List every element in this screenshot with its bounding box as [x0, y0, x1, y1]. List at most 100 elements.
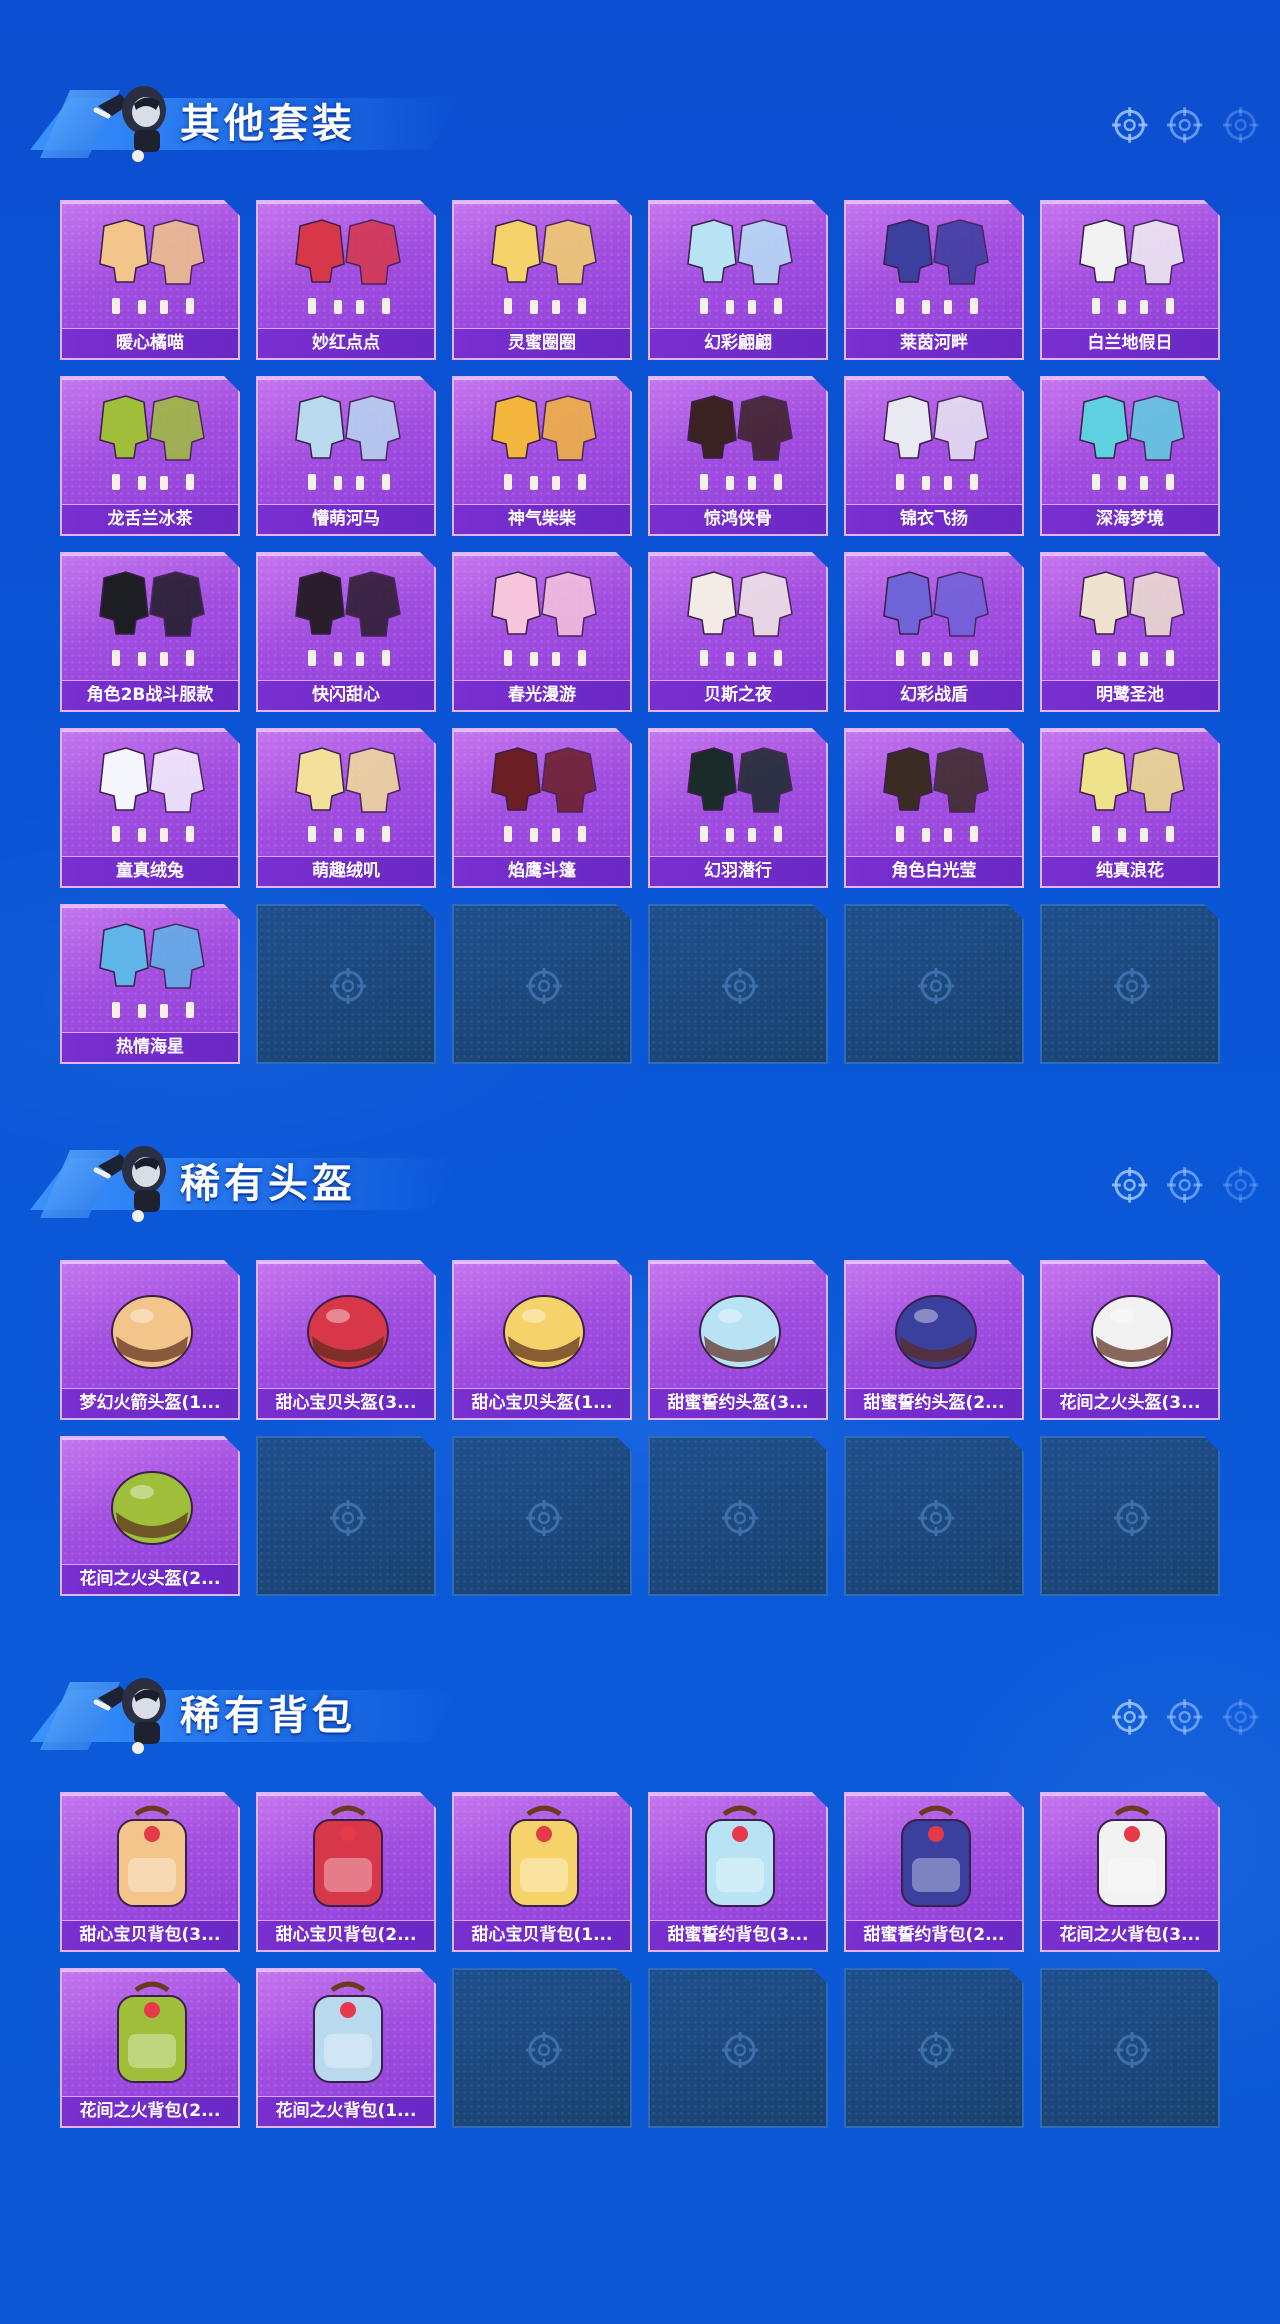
item-card[interactable]: 甜心宝贝背包(2...	[256, 1792, 436, 1952]
section-title: 其他套装	[180, 101, 356, 147]
item-card[interactable]: 幻彩翩翩	[648, 200, 828, 360]
crosshair-target-icon	[916, 966, 956, 1006]
item-name: 热情海星	[62, 1032, 238, 1062]
item-card[interactable]: 梦幻火箭头盔(1...	[60, 1260, 240, 1420]
outfit-image	[278, 740, 418, 850]
item-card[interactable]: 莱茵河畔	[844, 200, 1024, 360]
item-name: 甜心宝贝背包(2...	[258, 1920, 434, 1950]
outfit-image	[474, 388, 614, 498]
outfit-image	[1062, 212, 1202, 322]
empty-slot	[452, 1436, 632, 1596]
outfit-image	[866, 564, 1006, 674]
backpack-image	[82, 1804, 222, 1914]
item-card[interactable]: 角色白光莹	[844, 728, 1024, 888]
item-card[interactable]: 幻羽潜行	[648, 728, 828, 888]
empty-slot	[648, 1968, 828, 2128]
outfit-image	[866, 388, 1006, 498]
outfit-image	[82, 564, 222, 674]
header-decoration	[1110, 1160, 1260, 1210]
item-card[interactable]: 纯真浪花	[1040, 728, 1220, 888]
item-name: 甜心宝贝头盔(3...	[258, 1388, 434, 1418]
item-name: 甜蜜誓约背包(2...	[846, 1920, 1022, 1950]
crosshair-target-icon	[720, 966, 760, 1006]
item-card[interactable]: 童真绒兔	[60, 728, 240, 888]
item-name: 焰鹰斗篷	[454, 856, 630, 886]
section-header: 稀有头盔	[30, 1120, 1260, 1230]
crosshair-target-icon	[1111, 107, 1148, 143]
item-name: 花间之火头盔(2...	[62, 1564, 238, 1594]
crosshair-target-icon	[328, 966, 368, 1006]
backpack-image	[278, 1804, 418, 1914]
item-card[interactable]: 花间之火头盔(3...	[1040, 1260, 1220, 1420]
item-card[interactable]: 甜蜜誓约头盔(3...	[648, 1260, 828, 1420]
item-card[interactable]: 甜蜜誓约背包(2...	[844, 1792, 1024, 1952]
item-card[interactable]: 甜心宝贝背包(1...	[452, 1792, 632, 1952]
item-card[interactable]: 灵蜜圈圈	[452, 200, 632, 360]
item-card[interactable]: 甜心宝贝背包(3...	[60, 1792, 240, 1952]
outfit-image	[82, 916, 222, 1026]
empty-slot	[1040, 1968, 1220, 2128]
section-header: 其他套装	[30, 60, 1260, 170]
item-grid: 暖心橘喵 妙红点点 灵蜜圈圈 幻彩翩翩 莱茵河畔 白兰地假日龙舌兰冰茶 懵萌河马 神气柴柴 惊鸿…	[60, 200, 1220, 1064]
item-card[interactable]: 深海梦境	[1040, 376, 1220, 536]
item-card[interactable]: 萌趣绒叽	[256, 728, 436, 888]
helmet-image	[866, 1272, 1006, 1382]
item-name: 花间之火头盔(3...	[1042, 1388, 1218, 1418]
item-card[interactable]: 贝斯之夜	[648, 552, 828, 712]
empty-slot	[256, 1436, 436, 1596]
item-card[interactable]: 惊鸿侠骨	[648, 376, 828, 536]
backpack-image	[278, 1980, 418, 2090]
item-name: 甜蜜誓约头盔(2...	[846, 1388, 1022, 1418]
outfit-image	[82, 740, 222, 850]
backpack-image	[474, 1804, 614, 1914]
item-card[interactable]: 神气柴柴	[452, 376, 632, 536]
item-name: 深海梦境	[1042, 504, 1218, 534]
crosshair-target-icon	[1222, 107, 1259, 143]
item-card[interactable]: 妙红点点	[256, 200, 436, 360]
item-card[interactable]: 快闪甜心	[256, 552, 436, 712]
crosshair-target-icon	[1112, 966, 1152, 1006]
crosshair-target-icon	[1222, 1699, 1259, 1735]
empty-slot	[1040, 904, 1220, 1064]
item-name: 花间之火背包(1...	[258, 2096, 434, 2126]
crosshair-target-icon	[1111, 1167, 1148, 1203]
section-header: 稀有背包	[30, 1652, 1260, 1762]
item-card[interactable]: 花间之火背包(2...	[60, 1968, 240, 2128]
helmet-image	[82, 1272, 222, 1382]
item-card[interactable]: 暖心橘喵	[60, 200, 240, 360]
item-card[interactable]: 花间之火背包(1...	[256, 1968, 436, 2128]
crosshair-target-icon	[1167, 1167, 1203, 1203]
outfit-image	[474, 212, 614, 322]
item-card[interactable]: 春光漫游	[452, 552, 632, 712]
item-card[interactable]: 懵萌河马	[256, 376, 436, 536]
item-card[interactable]: 锦衣飞扬	[844, 376, 1024, 536]
helmet-image	[474, 1272, 614, 1382]
item-card[interactable]: 幻彩战盾	[844, 552, 1024, 712]
outfit-image	[82, 212, 222, 322]
item-card[interactable]: 甜蜜誓约背包(3...	[648, 1792, 828, 1952]
empty-slot	[452, 1968, 632, 2128]
item-card[interactable]: 甜心宝贝头盔(1...	[452, 1260, 632, 1420]
item-card[interactable]: 角色2B战斗服款	[60, 552, 240, 712]
outfit-image	[866, 212, 1006, 322]
item-card[interactable]: 焰鹰斗篷	[452, 728, 632, 888]
header-decoration	[1110, 1692, 1260, 1742]
item-card[interactable]: 龙舌兰冰茶	[60, 376, 240, 536]
item-name: 明鹭圣池	[1042, 680, 1218, 710]
item-card[interactable]: 甜蜜誓约头盔(2...	[844, 1260, 1024, 1420]
crosshair-target-icon	[1222, 1167, 1259, 1203]
outfit-image	[670, 740, 810, 850]
item-card[interactable]: 甜心宝贝头盔(3...	[256, 1260, 436, 1420]
item-card[interactable]: 花间之火背包(3...	[1040, 1792, 1220, 1952]
section-title: 稀有背包	[180, 1693, 356, 1739]
item-card[interactable]: 花间之火头盔(2...	[60, 1436, 240, 1596]
empty-slot	[452, 904, 632, 1064]
backpack-image	[670, 1804, 810, 1914]
item-card[interactable]: 热情海星	[60, 904, 240, 1064]
item-name: 甜心宝贝背包(3...	[62, 1920, 238, 1950]
empty-slot	[648, 1436, 828, 1596]
item-card[interactable]: 明鹭圣池	[1040, 552, 1220, 712]
outfit-image	[866, 740, 1006, 850]
item-card[interactable]: 白兰地假日	[1040, 200, 1220, 360]
outfit-image	[474, 740, 614, 850]
